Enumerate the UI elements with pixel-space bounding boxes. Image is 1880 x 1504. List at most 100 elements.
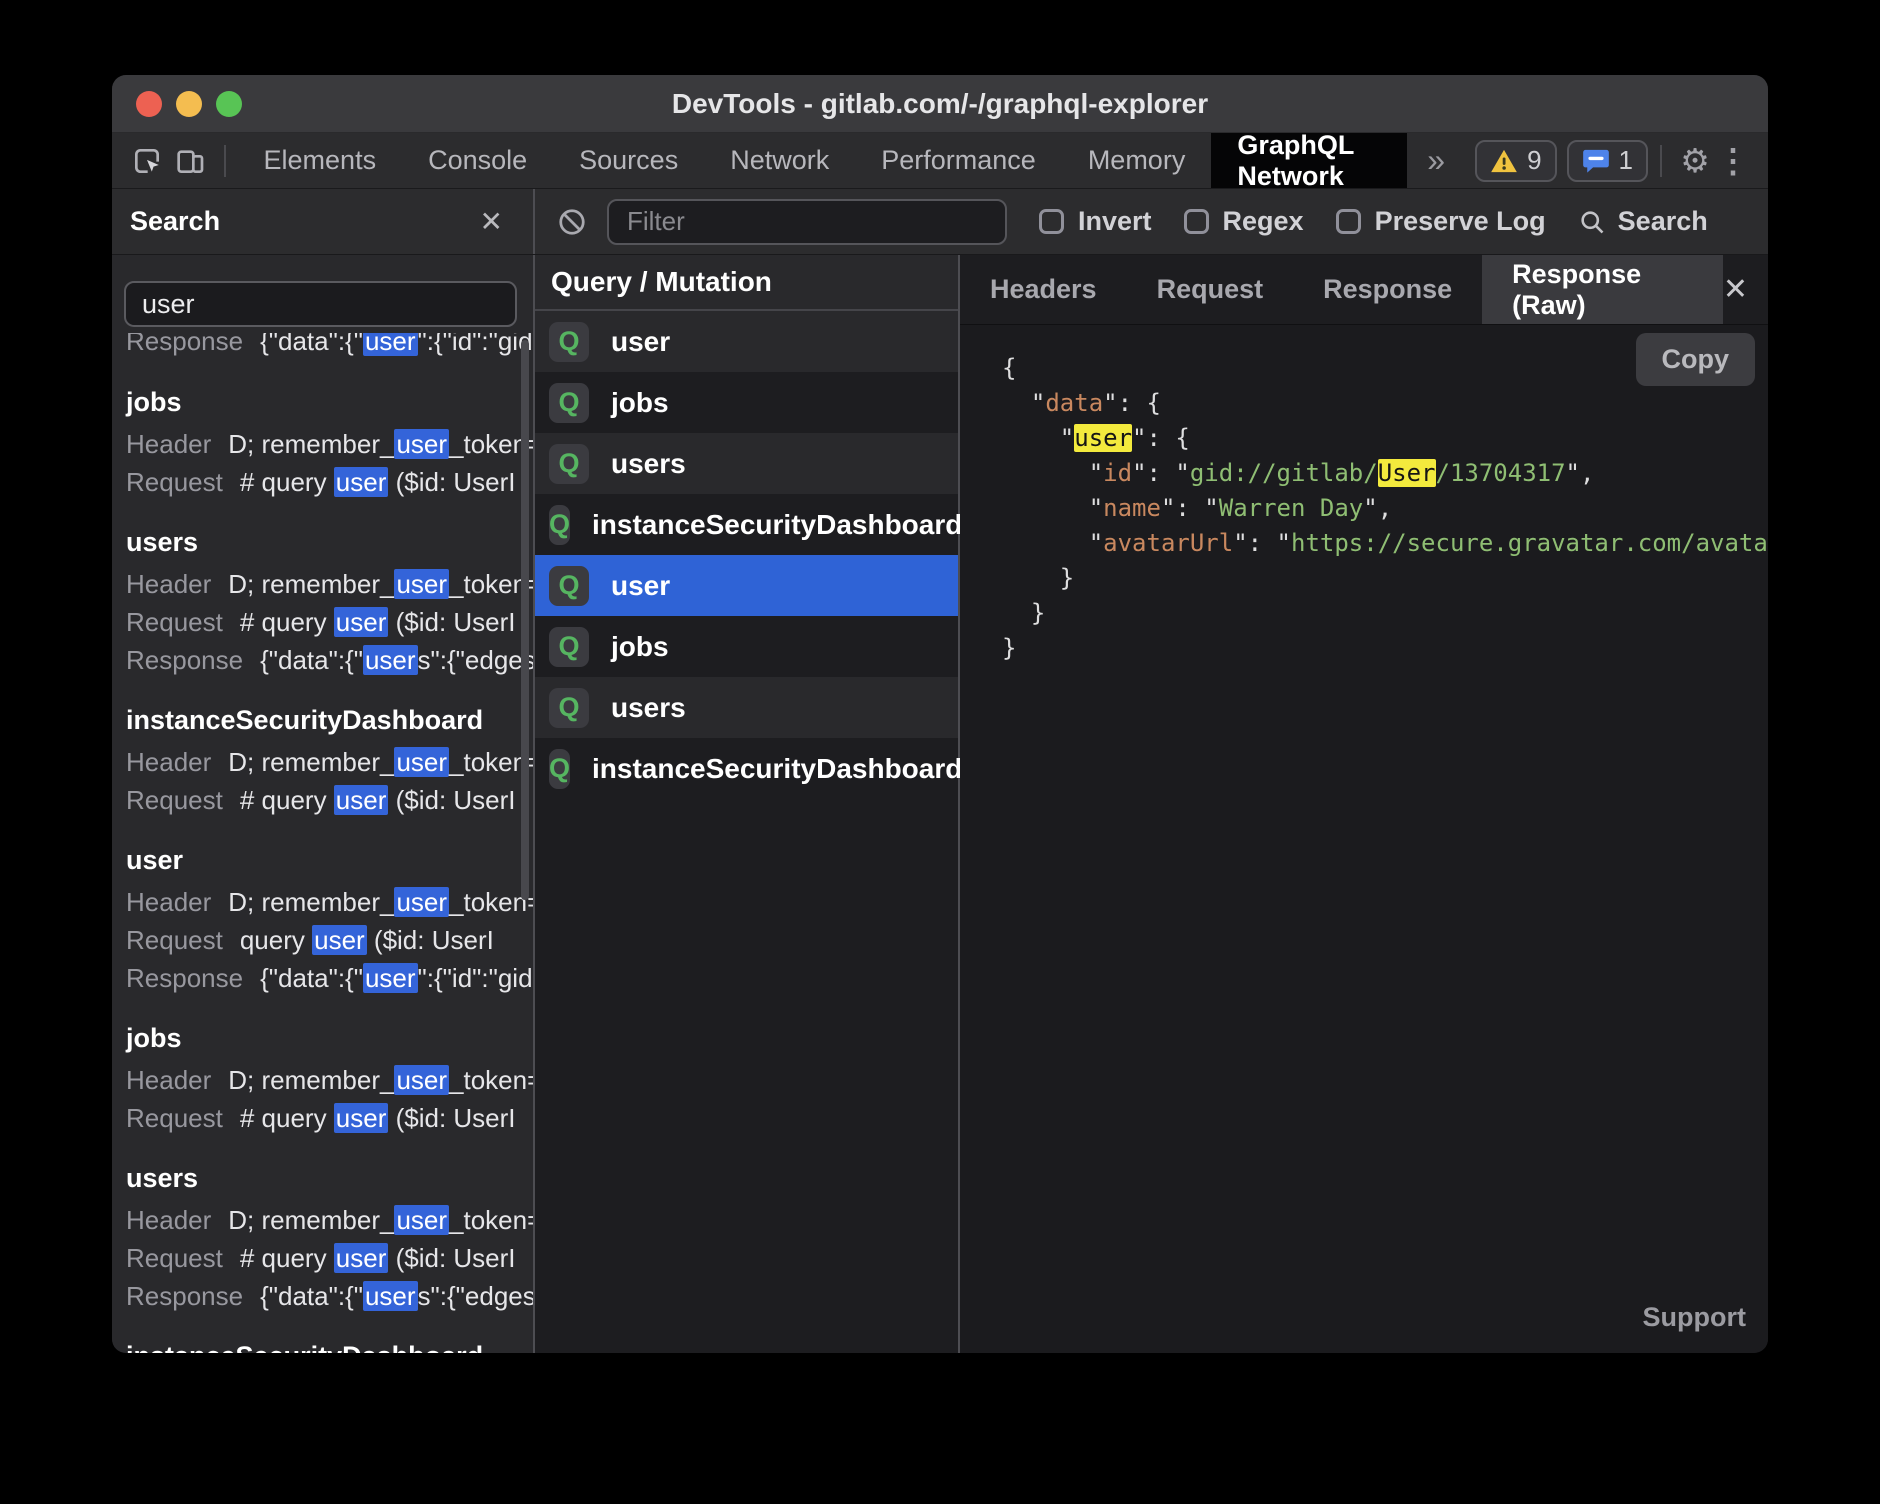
query-list-item-jobs[interactable]: Qjobs [535, 616, 958, 677]
issues-badge[interactable]: 1 [1567, 140, 1648, 182]
tab-console[interactable]: Console [402, 133, 553, 188]
search-result-line[interactable]: Response{"data":{"user":{"id":"gid [126, 959, 533, 997]
search-result-line[interactable]: HeaderD; remember_user_token=e [126, 565, 533, 603]
search-result-title[interactable]: users [126, 525, 533, 559]
close-detail-icon[interactable]: ✕ [1723, 272, 1748, 307]
minimize-window-button[interactable] [176, 91, 202, 117]
query-list-item-user[interactable]: Quser [535, 555, 958, 616]
search-button[interactable]: Search [1578, 206, 1708, 237]
result-line-text: ($id: UserI [388, 1103, 515, 1133]
left-panel-scrollbar-thumb[interactable] [521, 340, 529, 900]
divider [1660, 145, 1662, 177]
json-token: ": " [1132, 459, 1190, 487]
devtools-tabbar: ElementsConsoleSourcesNetworkPerformance… [112, 133, 1768, 189]
close-search-panel-icon[interactable]: ✕ [480, 205, 503, 238]
tab-performance[interactable]: Performance [855, 133, 1062, 188]
device-toolbar-icon[interactable] [169, 133, 212, 188]
clear-log-icon[interactable] [549, 207, 595, 237]
search-result-line[interactable]: HeaderD; remember_user_token=e [126, 1201, 533, 1239]
search-result-line[interactable]: Response{"data":{"user":{"id":"gid [126, 333, 533, 360]
search-result-line[interactable]: HeaderD; remember_user_token=e [126, 883, 533, 921]
search-result-title[interactable]: instanceSecurityDashboard [126, 1339, 533, 1353]
search-result-line[interactable]: Request# query user ($id: UserI [126, 603, 533, 641]
query-list-header: Query / Mutation [535, 255, 958, 311]
search-result-title[interactable]: instanceSecurityDashboard [126, 703, 533, 737]
json-line: "user": { [1002, 421, 1768, 456]
response-tab-request[interactable]: Request [1127, 255, 1294, 324]
response-tab-headers[interactable]: Headers [960, 255, 1127, 324]
copy-button[interactable]: Copy [1636, 333, 1756, 386]
search-results-list: jobsHeaderD; remember_user_token=eReques… [126, 385, 533, 1353]
response-tab-response[interactable]: Response [1293, 255, 1482, 324]
tab-elements[interactable]: Elements [238, 133, 403, 188]
result-line-label: Request [126, 925, 223, 955]
query-type-icon: Q [549, 688, 589, 728]
tab-network[interactable]: Network [704, 133, 855, 188]
kebab-menu-icon[interactable]: ⋮ [1716, 141, 1750, 180]
result-line-text: ($id: UserI [388, 1243, 515, 1273]
json-token: " [1002, 459, 1103, 487]
result-line-text: _token=e [449, 1065, 533, 1095]
search-result-line[interactable]: Requestquery user ($id: UserI [126, 921, 533, 959]
search-result-line[interactable]: Request# query user ($id: UserI [126, 781, 533, 819]
result-line-text: s":{"edges [418, 1281, 533, 1311]
search-result-title[interactable]: user [126, 843, 533, 877]
search-result-line[interactable]: Response{"data":{"users":{"edges [126, 1277, 533, 1315]
search-result-group: users HeaderD; remember_user_token=eReque… [126, 525, 533, 679]
warning-count: 9 [1527, 145, 1541, 176]
search-result-line[interactable]: Response{"data":{"users":{"edges [126, 641, 533, 679]
search-result-title[interactable]: users [126, 1161, 533, 1195]
query-name: user [611, 570, 670, 602]
settings-gear-icon[interactable]: ⚙ [1674, 141, 1716, 180]
preserve-log-checkbox[interactable]: Preserve Log [1336, 206, 1546, 237]
tab-graphql-network[interactable]: GraphQL Network [1211, 133, 1407, 188]
result-line-text: query [240, 925, 312, 955]
checkbox-box [1336, 209, 1361, 234]
search-match-highlight: user [394, 887, 449, 917]
query-list-item-users[interactable]: Qusers [535, 433, 958, 494]
query-name: jobs [611, 387, 669, 419]
preserve-log-label: Preserve Log [1375, 206, 1546, 237]
search-match-highlight: user [334, 467, 389, 497]
tab-memory[interactable]: Memory [1062, 133, 1212, 188]
invert-checkbox[interactable]: Invert [1039, 206, 1152, 237]
close-window-button[interactable] [136, 91, 162, 117]
search-result-line[interactable]: Request# query user ($id: UserI [126, 463, 533, 501]
query-list-item-users[interactable]: Qusers [535, 677, 958, 738]
search-result-line[interactable]: HeaderD; remember_user_token=e [126, 425, 533, 463]
search-result-line[interactable]: Request# query user ($id: UserI [126, 1239, 533, 1277]
more-tabs-chevron[interactable]: » [1427, 142, 1445, 179]
devtools-window: DevTools - gitlab.com/-/graphql-explorer… [112, 75, 1768, 1353]
search-match-highlight: user [394, 429, 449, 459]
search-result-group: jobsHeaderD; remember_user_token=eReques… [126, 385, 533, 501]
query-type-icon: Q [549, 505, 570, 545]
search-label: Search [1618, 206, 1708, 237]
search-result-title[interactable]: jobs [126, 1021, 533, 1055]
filter-input[interactable] [607, 199, 1007, 245]
search-input[interactable] [124, 281, 517, 327]
tab-sources[interactable]: Sources [553, 133, 704, 188]
query-list-item-instancesecuritydashboard[interactable]: QinstanceSecurityDashboard [535, 494, 958, 555]
warnings-badge[interactable]: 9 [1475, 140, 1556, 182]
regex-checkbox[interactable]: Regex [1184, 206, 1304, 237]
search-result-line[interactable]: Request# query user ($id: UserI [126, 1099, 533, 1137]
result-line-text: ($id: UserI [367, 925, 494, 955]
network-filter-bar: Invert Regex Preserve Log Search [535, 189, 1768, 254]
result-line-text: {"data":{" [260, 333, 363, 356]
response-tab-response-raw[interactable]: Response (Raw) [1482, 255, 1723, 324]
maximize-window-button[interactable] [216, 91, 242, 117]
result-line-text: # query [240, 785, 334, 815]
result-line-label: Request [126, 467, 223, 497]
support-link[interactable]: Support [1643, 1302, 1746, 1333]
checkbox-box [1184, 209, 1209, 234]
result-line-text: ($id: UserI [388, 467, 515, 497]
search-result-line[interactable]: HeaderD; remember_user_token=e [126, 1061, 533, 1099]
query-list-item-instancesecuritydashboard[interactable]: QinstanceSecurityDashboard [535, 738, 958, 799]
result-line-text: D; remember_ [228, 1065, 394, 1095]
search-result-title[interactable]: jobs [126, 385, 533, 419]
query-list: QuserQjobsQusersQinstanceSecurityDashboa… [535, 311, 958, 799]
query-list-item-jobs[interactable]: Qjobs [535, 372, 958, 433]
search-result-line[interactable]: HeaderD; remember_user_token=e [126, 743, 533, 781]
query-list-item-user[interactable]: Quser [535, 311, 958, 372]
inspect-element-icon[interactable] [126, 133, 169, 188]
